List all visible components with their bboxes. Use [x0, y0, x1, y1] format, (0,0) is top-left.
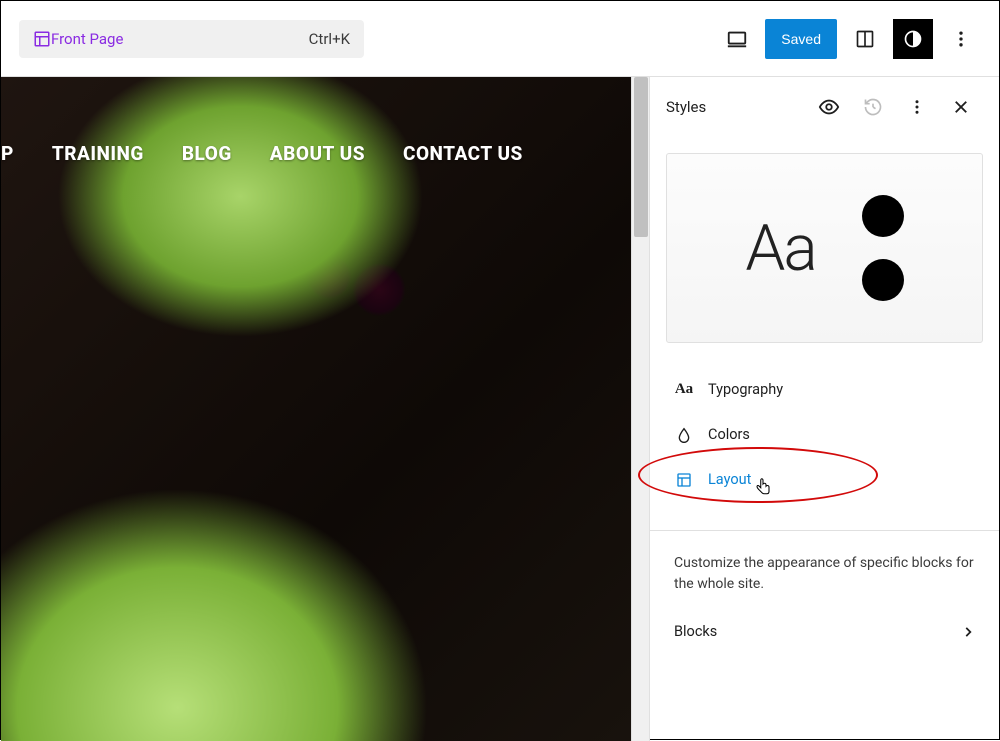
styles-panel: Styles Aa Aa Typography	[649, 76, 999, 741]
nav-item[interactable]: TRAINING	[52, 142, 144, 165]
editor-topbar: Front Page Ctrl+K Saved	[1, 1, 999, 76]
page-selector[interactable]: Front Page Ctrl+K	[19, 20, 364, 58]
more-options-button[interactable]	[941, 19, 981, 59]
style-preview-card[interactable]: Aa	[666, 153, 983, 343]
chevron-right-icon	[961, 625, 975, 639]
scrollbar[interactable]	[631, 77, 649, 741]
page-name: Front Page	[51, 30, 309, 48]
cursor-pointer-icon	[754, 477, 772, 497]
topbar-left: Front Page Ctrl+K	[19, 20, 364, 58]
sidebar-toggle-button[interactable]	[845, 19, 885, 59]
topbar-right: Saved	[717, 19, 981, 59]
styles-toggle-button[interactable]	[893, 19, 933, 59]
row-label: Typography	[708, 381, 783, 398]
keyboard-shortcut: Ctrl+K	[309, 30, 350, 48]
typography-preview: Aa	[745, 211, 815, 286]
blocks-label: Blocks	[674, 623, 717, 640]
row-label: Layout	[708, 471, 751, 488]
close-icon[interactable]	[939, 98, 983, 116]
revisions-icon[interactable]	[851, 97, 895, 117]
layout-row[interactable]: Layout	[650, 457, 999, 502]
save-button[interactable]: Saved	[765, 19, 837, 59]
row-label: Colors	[708, 426, 750, 443]
colors-icon	[674, 427, 694, 443]
main-area: P TRAINING BLOG ABOUT US CONTACT US Styl…	[1, 76, 999, 741]
nav-item[interactable]: CONTACT US	[403, 142, 523, 165]
typography-row[interactable]: Aa Typography	[650, 367, 999, 412]
colors-row[interactable]: Colors	[650, 412, 999, 457]
blocks-description: Customize the appearance of specific blo…	[650, 531, 999, 605]
nav-item[interactable]: P	[1, 142, 14, 165]
nav-item[interactable]: BLOG	[182, 142, 232, 165]
nav-item[interactable]: ABOUT US	[270, 142, 365, 165]
site-navigation: P TRAINING BLOG ABOUT US CONTACT US	[1, 142, 523, 165]
styles-panel-header: Styles	[650, 77, 999, 137]
layout-icon	[33, 30, 51, 48]
blocks-row[interactable]: Blocks	[650, 605, 999, 658]
color-preview	[862, 195, 904, 301]
typography-icon: Aa	[674, 381, 694, 398]
editor-canvas[interactable]: P TRAINING BLOG ABOUT US CONTACT US	[1, 77, 631, 741]
blocks-section: Customize the appearance of specific blo…	[650, 530, 999, 658]
color-dot	[862, 259, 904, 301]
scrollbar-thumb[interactable]	[634, 77, 648, 237]
layout-row-icon	[674, 472, 694, 488]
style-book-icon[interactable]	[807, 96, 851, 118]
view-desktop-button[interactable]	[717, 19, 757, 59]
style-categories: Aa Typography Colors Layout	[650, 359, 999, 510]
styles-panel-title: Styles	[666, 98, 807, 116]
more-icon[interactable]	[895, 98, 939, 116]
color-dot	[862, 195, 904, 237]
editor-canvas-wrap: P TRAINING BLOG ABOUT US CONTACT US	[1, 76, 649, 741]
